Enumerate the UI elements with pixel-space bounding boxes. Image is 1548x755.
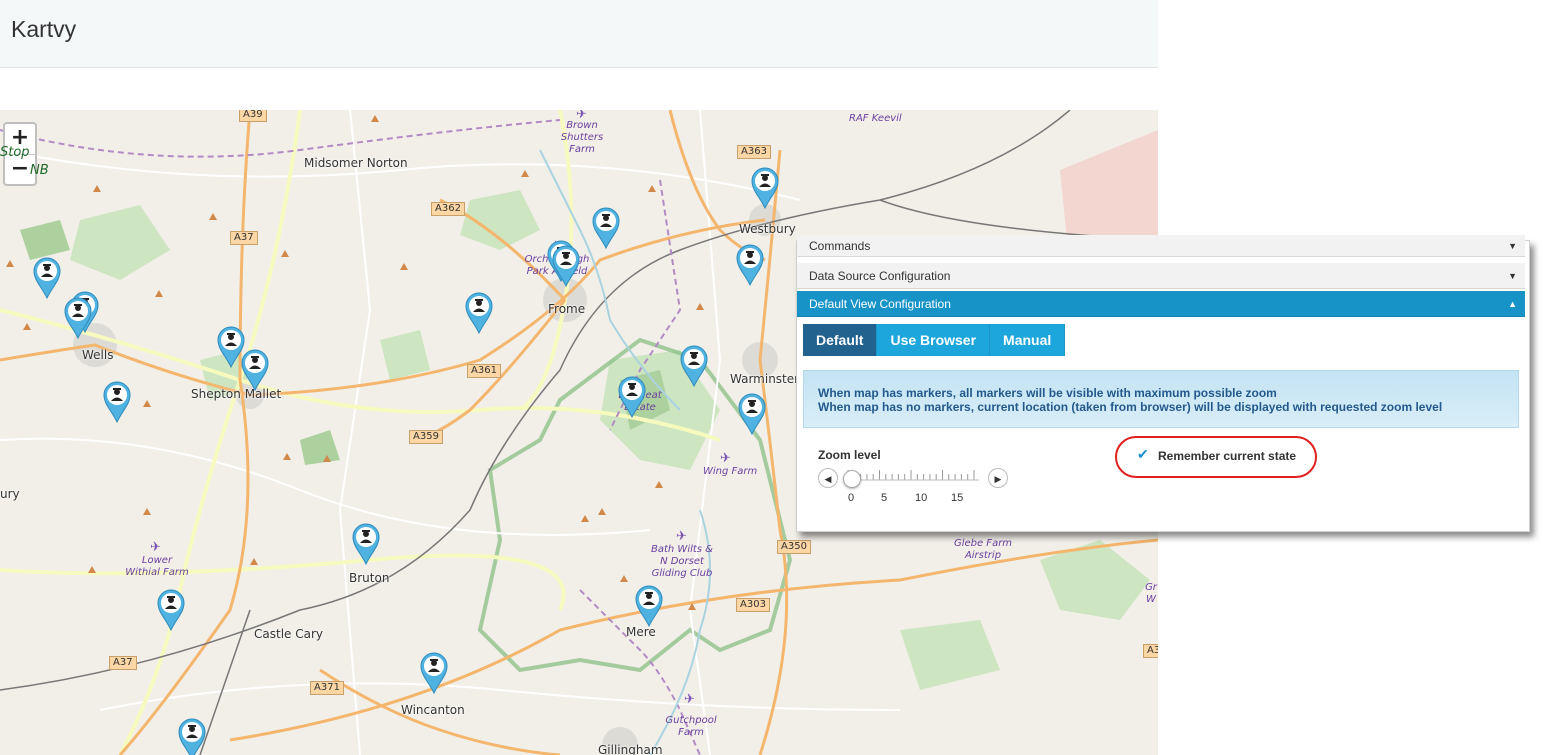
road-shield: A362 (431, 202, 465, 216)
svg-text:✈: ✈ (150, 539, 161, 554)
road-shield: A350 (777, 540, 811, 554)
zoom-tick-label: 5 (881, 492, 888, 504)
zoom-tick-label: 10 (915, 492, 928, 504)
map-marker-pin-icon[interactable] (101, 380, 133, 424)
map-label-partial: NB (30, 163, 49, 178)
map-label-castle-cary: Castle Cary (254, 627, 323, 641)
page-header: Kartvy (0, 0, 1158, 68)
map-marker-pin-icon[interactable] (176, 717, 208, 755)
map-marker-pin-icon[interactable] (418, 651, 450, 695)
mode-manual-button[interactable]: Manual (990, 324, 1066, 356)
svg-text:✈: ✈ (676, 528, 687, 543)
caret-up-icon: ▲ (1508, 299, 1517, 309)
map-marker-pin-icon[interactable] (590, 206, 622, 250)
map-label-gillingham: Gillingham (598, 743, 663, 755)
road-shield: A37 (109, 656, 137, 670)
info-line-no-markers: When map has no markers, current locatio… (818, 400, 1443, 414)
remember-state-label[interactable]: Remember current state (1158, 449, 1296, 463)
road-shield: A39 (239, 110, 267, 122)
map-label-frome: Frome (548, 302, 586, 316)
zoom-slider-handle[interactable] (843, 470, 861, 488)
map-marker-pin-icon[interactable] (463, 291, 495, 335)
road-shield: A363 (737, 145, 771, 159)
map-marker-pin-icon[interactable] (736, 392, 768, 436)
zoom-level-label: Zoom level (818, 448, 881, 462)
map-poi-lower-withial-farm: Lower Withial Farm (125, 555, 189, 578)
map-label-midsomer-norton: Midsomer Norton (304, 156, 408, 170)
page-title: Kartvy (11, 16, 77, 42)
map-marker-pin-icon[interactable] (31, 256, 63, 300)
map-marker-pin-icon[interactable] (734, 243, 766, 287)
section-commands[interactable]: Commands ▼ (797, 235, 1525, 257)
zoom-slider-track[interactable] (843, 468, 979, 484)
map-marker-pin-icon[interactable] (616, 375, 648, 419)
remember-state-checkbox[interactable]: ✔ (1137, 447, 1151, 461)
slider-decrease-icon[interactable]: ◀ (818, 468, 838, 488)
mode-use-browser-button[interactable]: Use Browser (877, 324, 991, 356)
svg-text:✈: ✈ (720, 450, 731, 465)
section-default-view-label: Default View Configuration (809, 297, 951, 311)
caret-down-icon: ▼ (1508, 241, 1517, 251)
section-default-view[interactable]: Default View Configuration ▲ (797, 291, 1525, 317)
map-poi-raf-keevil: RAF Keevil (849, 113, 902, 124)
section-data-source[interactable]: Data Source Configuration ▼ (797, 263, 1525, 289)
map-poi-gliding-club: Bath Wilts & N Dorset Gliding Club (651, 544, 713, 579)
road-shield: A361 (467, 364, 501, 378)
map-poi-brown-shutters-farm: Brown Shutters Farm (560, 120, 604, 155)
map-marker-pin-icon[interactable] (550, 244, 582, 288)
view-mode-selector: Default Use Browser Manual (803, 324, 1066, 356)
map-poi-gutchpool-farm: Gutchpool Farm (665, 715, 717, 738)
section-commands-label: Commands (809, 239, 871, 253)
map-label-warminster: Warminster (730, 372, 800, 386)
map-marker-pin-icon[interactable] (350, 522, 382, 566)
section-data-source-label: Data Source Configuration (809, 269, 951, 283)
map-marker-pin-icon[interactable] (239, 348, 271, 392)
zoom-tick-label: 0 (848, 492, 855, 504)
zoom-tick-label: 15 (951, 492, 964, 504)
mode-default-button[interactable]: Default (803, 324, 878, 356)
svg-text:✈: ✈ (684, 691, 695, 706)
map-label-bruton: Bruton (349, 571, 390, 585)
slider-increase-icon[interactable]: ▶ (988, 468, 1008, 488)
map-marker-pin-icon[interactable] (155, 588, 187, 632)
info-line-markers: When map has markers, all markers will b… (818, 386, 1277, 400)
road-shield: A303 (736, 598, 770, 612)
road-shield: A3 (1143, 644, 1158, 658)
config-panel: Commands ▼ Data Source Configuration ▼ D… (796, 235, 1530, 532)
info-message: When map has markers, all markers will b… (803, 370, 1519, 428)
map-marker-pin-icon[interactable] (633, 584, 665, 628)
map-label-westbury: Westbury (739, 222, 796, 236)
map-label-partial: Gr W (1145, 582, 1157, 605)
map-label-wincanton: Wincanton (401, 703, 465, 717)
road-shield: A371 (310, 681, 344, 695)
caret-down-icon: ▼ (1508, 271, 1517, 281)
map-marker-pin-icon[interactable] (678, 344, 710, 388)
map-marker-pin-icon[interactable] (62, 296, 94, 340)
map-marker-pin-icon[interactable] (749, 166, 781, 210)
map-poi-wing-farm: Wing Farm (703, 466, 758, 477)
road-shield: A37 (230, 231, 258, 245)
map-label-partial: ury (0, 487, 20, 501)
road-shield: A359 (409, 430, 443, 444)
map-label-partial: Stop (0, 145, 30, 160)
map-poi-glebe-farm: Glebe Farm Airstrip (953, 538, 1013, 561)
map-label-wells: Wells (82, 348, 114, 362)
